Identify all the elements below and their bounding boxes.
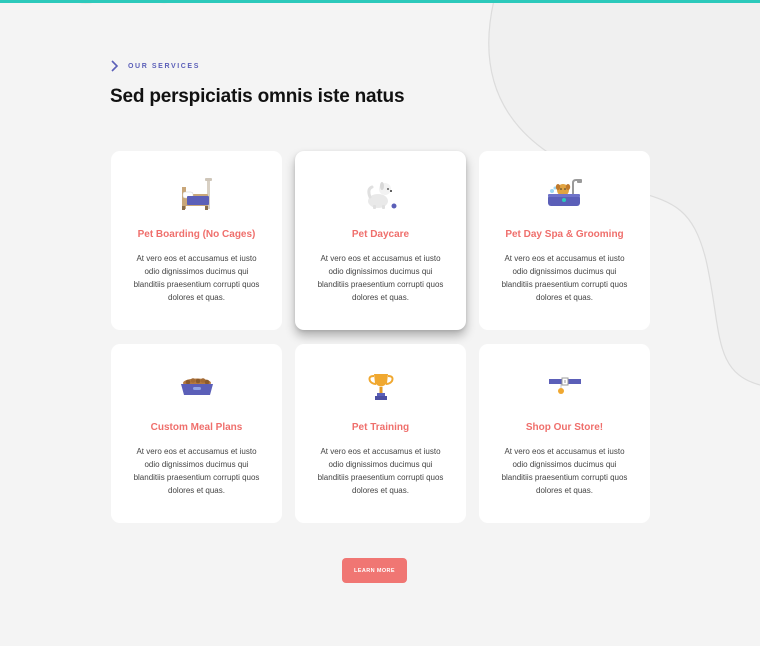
service-description: At vero eos et accusamus et iusto odio d…: [501, 254, 628, 302]
food-bowl-icon: [180, 378, 213, 395]
eyebrow-label: OUR SERVICES: [128, 62, 200, 70]
learn-more-button[interactable]: LEARN MORE: [342, 558, 407, 583]
service-title: Custom Meal Plans: [150, 422, 243, 433]
service-title: Pet Day Spa & Grooming: [505, 229, 624, 240]
service-title: Pet Training: [351, 422, 410, 433]
section-eyebrow: OUR SERVICES: [111, 60, 200, 72]
service-title: Pet Boarding (No Cages): [137, 229, 256, 240]
trophy-icon: [368, 374, 393, 400]
service-description: At vero eos et accusamus et iusto odio d…: [317, 254, 444, 302]
collar-icon: [548, 377, 581, 394]
service-card-meal-plans[interactable]: Custom Meal Plans At vero eos et accusam…: [111, 344, 282, 523]
top-accent-bar: [0, 0, 760, 3]
bathtub-icon: [547, 179, 582, 206]
service-card-pet-training[interactable]: Pet Training At vero eos et accusamus et…: [295, 344, 466, 523]
bed-icon: [181, 178, 212, 210]
diamond-icon: [111, 60, 119, 72]
services-section: OUR SERVICES Sed perspiciatis omnis iste…: [0, 0, 760, 646]
service-card-pet-daycare[interactable]: Pet Daycare At vero eos et accusamus et …: [295, 151, 466, 330]
service-title: Shop Our Store!: [525, 422, 604, 433]
service-description: At vero eos et accusamus et iusto odio d…: [501, 447, 628, 495]
dog-icon: [366, 182, 396, 209]
service-description: At vero eos et accusamus et iusto odio d…: [317, 447, 444, 495]
service-description: At vero eos et accusamus et iusto odio d…: [133, 447, 260, 495]
service-card-spa-grooming[interactable]: Pet Day Spa & Grooming At vero eos et ac…: [479, 151, 650, 330]
section-heading: Sed perspiciatis omnis iste natus: [110, 86, 405, 107]
service-title: Pet Daycare: [351, 229, 410, 240]
service-card-pet-boarding[interactable]: Pet Boarding (No Cages) At vero eos et a…: [111, 151, 282, 330]
service-description: At vero eos et accusamus et iusto odio d…: [133, 254, 260, 302]
service-card-shop-store[interactable]: Shop Our Store! At vero eos et accusamus…: [479, 344, 650, 523]
